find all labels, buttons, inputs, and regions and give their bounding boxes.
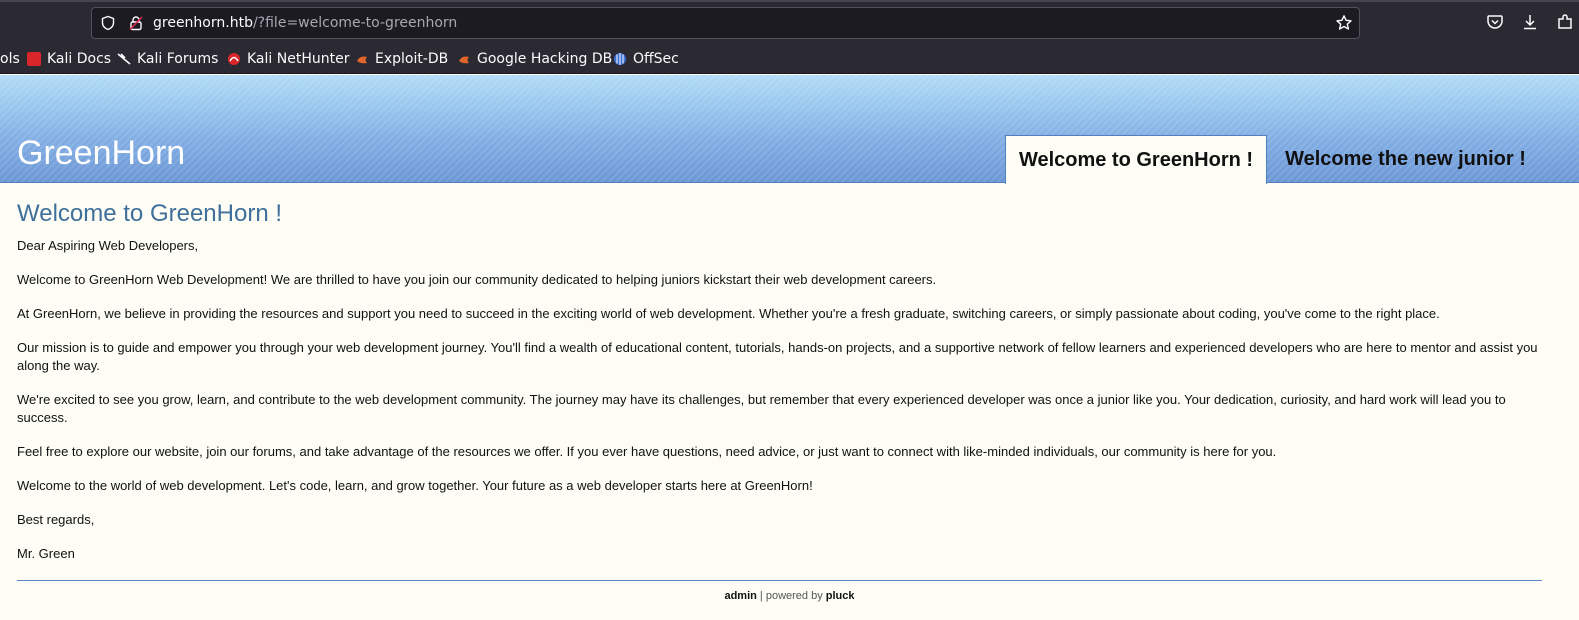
admin-link[interactable]: admin bbox=[724, 590, 756, 602]
shield-icon[interactable] bbox=[100, 15, 116, 31]
star-icon[interactable] bbox=[1335, 14, 1353, 32]
lock-icon[interactable] bbox=[128, 15, 144, 31]
bookmark-exploit-db[interactable]: Exploit-DB bbox=[355, 50, 448, 68]
paragraph-regards: Best regards, bbox=[17, 512, 95, 527]
kali-forums-icon bbox=[117, 53, 131, 65]
bookmark-label: Kali NetHunter bbox=[247, 51, 350, 67]
page-title: Welcome to GreenHorn ! bbox=[17, 200, 282, 227]
bookmark-label: ols bbox=[0, 51, 20, 67]
paragraph-belief: At GreenHorn, we believe in providing th… bbox=[17, 306, 1440, 321]
ghdb-icon bbox=[459, 56, 469, 64]
browser-toolbar: greenhorn.htb/?file=welcome-to-greenhorn bbox=[0, 0, 1579, 44]
bookmark-kali-nethunter[interactable]: Kali NetHunter bbox=[227, 50, 349, 68]
bookmark-label: Exploit-DB bbox=[375, 51, 449, 67]
download-icon[interactable] bbox=[1521, 13, 1539, 31]
paragraph-mission: Our mission is to guide and empower you … bbox=[17, 340, 1538, 373]
paragraph-welcome: Welcome to GreenHorn Web Development! We… bbox=[17, 272, 937, 287]
bookmark-label: OffSec bbox=[633, 51, 679, 67]
exploit-db-icon bbox=[357, 56, 367, 64]
paragraph-excited: We're excited to see you grow, learn, an… bbox=[17, 392, 1506, 425]
paragraph-signature: Mr. Green bbox=[17, 546, 75, 561]
footer-divider bbox=[17, 580, 1542, 581]
bookmarks-bar: ols Kali Docs Kali Forums Kali NetHunter… bbox=[0, 44, 1579, 74]
pluck-link[interactable]: pluck bbox=[826, 590, 855, 602]
pocket-icon[interactable] bbox=[1486, 13, 1504, 31]
extensions-icon[interactable] bbox=[1556, 13, 1574, 31]
site-header: GreenHorn Welcome to GreenHorn ! Welcome… bbox=[0, 75, 1579, 184]
paragraph-greeting: Dear Aspiring Web Developers, bbox=[17, 238, 199, 253]
kali-nethunter-icon bbox=[228, 53, 240, 65]
paragraph-explore: Feel free to explore our website, join o… bbox=[17, 444, 1277, 459]
url-text[interactable]: greenhorn.htb/?file=welcome-to-greenhorn bbox=[153, 15, 457, 31]
main-content: Welcome to GreenHorn ! Dear Aspiring Web… bbox=[17, 200, 1542, 579]
bookmark-label: Kali Docs bbox=[47, 51, 112, 67]
tab-welcome-the-new-junior[interactable]: Welcome the new junior ! bbox=[1270, 135, 1541, 183]
bookmark-label: Kali Forums bbox=[137, 51, 219, 67]
tab-welcome-to-greenhorn[interactable]: Welcome to GreenHorn ! bbox=[1005, 135, 1267, 184]
kali-docs-icon bbox=[27, 52, 41, 66]
url-host: greenhorn.htb bbox=[153, 15, 253, 31]
bookmark-label: Google Hacking DB bbox=[477, 51, 613, 67]
bookmark-tools[interactable]: ols bbox=[0, 50, 20, 68]
bookmark-kali-docs[interactable]: Kali Docs bbox=[27, 50, 111, 68]
paragraph-closing: Welcome to the world of web development.… bbox=[17, 478, 813, 493]
footer: admin | powered by pluck bbox=[0, 590, 1579, 602]
url-path: /?file=welcome-to-greenhorn bbox=[252, 15, 458, 31]
offsec-icon bbox=[614, 53, 626, 65]
site-title[interactable]: GreenHorn bbox=[17, 134, 185, 173]
bookmark-offsec[interactable]: OffSec bbox=[613, 50, 679, 68]
bookmark-google-hacking-db[interactable]: Google Hacking DB bbox=[457, 50, 612, 68]
bookmark-kali-forums[interactable]: Kali Forums bbox=[117, 50, 218, 68]
footer-separator: | powered by bbox=[756, 590, 826, 602]
url-bar[interactable]: greenhorn.htb/?file=welcome-to-greenhorn bbox=[91, 7, 1360, 39]
